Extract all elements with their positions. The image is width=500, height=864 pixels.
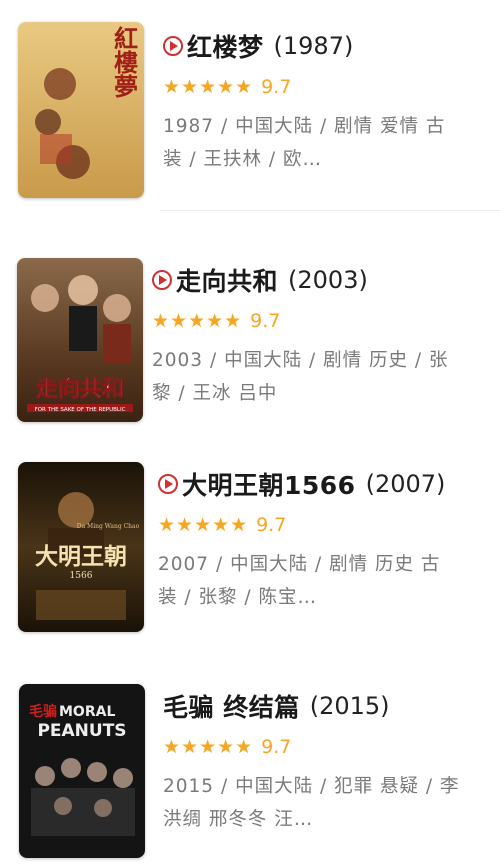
star-rating: ★★★★★ [163, 76, 254, 98]
poster-subtitle: 1566 [70, 571, 93, 581]
play-icon[interactable] [163, 36, 183, 56]
poster-subtitle: FOR THE SAKE OF THE REPUBLIC [35, 407, 126, 413]
list-item[interactable]: 毛骗 MORAL PEANUTS 毛骗 终结篇 (2015) ★★★★★ 9.7… [0, 660, 500, 864]
poster-image[interactable]: 毛骗 MORAL PEANUTS [19, 684, 145, 858]
movie-meta: 1987 / 中国大陆 / 剧情 爱情 古装 / 王扶林 / 欧… [163, 116, 446, 170]
movie-title[interactable]: 毛骗 终结篇 [163, 688, 300, 724]
star-rating: ★★★★★ [163, 736, 254, 758]
list-item[interactable]: Da Ming Wang Chao 大明王朝 1566 大明王朝1566 (20… [0, 440, 500, 650]
star-rating: ★★★★★ [158, 514, 249, 536]
star-rating: ★★★★★ [152, 310, 243, 332]
play-icon[interactable] [158, 474, 178, 494]
movie-year: (2007) [365, 470, 446, 498]
poster-title-line2: PEANUTS [37, 721, 126, 741]
movie-meta: 2003 / 中国大陆 / 剧情 历史 / 张黎 / 王冰 吕中 [152, 350, 449, 404]
poster-image[interactable]: 走向共和 FOR THE SAKE OF THE REPUBLIC [17, 258, 143, 422]
list-item[interactable]: 紅樓夢 红楼梦 (1987) ★★★★★ 9.7 1987 / 中国大陆 / 剧… [0, 0, 500, 210]
poster-logo: 毛骗 [29, 703, 57, 720]
movie-year: (2003) [288, 266, 368, 294]
movie-year: (1987) [273, 32, 354, 60]
poster-title-text: 紅樓夢 [110, 25, 139, 98]
poster-title-text: 大明王朝 [35, 543, 127, 570]
rating-score: 9.7 [261, 76, 292, 98]
rating-score: 9.7 [250, 310, 281, 332]
play-icon[interactable] [152, 270, 172, 290]
poster-image[interactable]: Da Ming Wang Chao 大明王朝 1566 [18, 462, 144, 632]
movie-title[interactable]: 走向共和 [176, 262, 278, 298]
poster-title-text: 走向共和 [36, 376, 124, 402]
poster-topline: Da Ming Wang Chao [77, 523, 140, 530]
movie-title[interactable]: 大明王朝1566 [182, 466, 356, 502]
movie-meta: 2007 / 中国大陆 / 剧情 历史 古装 / 张黎 / 陈宝… [158, 554, 441, 608]
movie-title[interactable]: 红楼梦 [187, 28, 264, 64]
movie-year: (2015) [309, 692, 390, 720]
rating-score: 9.7 [256, 514, 287, 536]
movie-meta: 2015 / 中国大陆 / 犯罪 悬疑 / 李洪绸 邢冬冬 汪… [163, 776, 460, 830]
list-item[interactable]: 走向共和 FOR THE SAKE OF THE REPUBLIC 走向共和 (… [0, 240, 500, 440]
divider [160, 210, 500, 211]
poster-title-line1: MORAL [59, 704, 115, 720]
rating-score: 9.7 [261, 736, 292, 758]
poster-image[interactable]: 紅樓夢 [18, 22, 144, 198]
